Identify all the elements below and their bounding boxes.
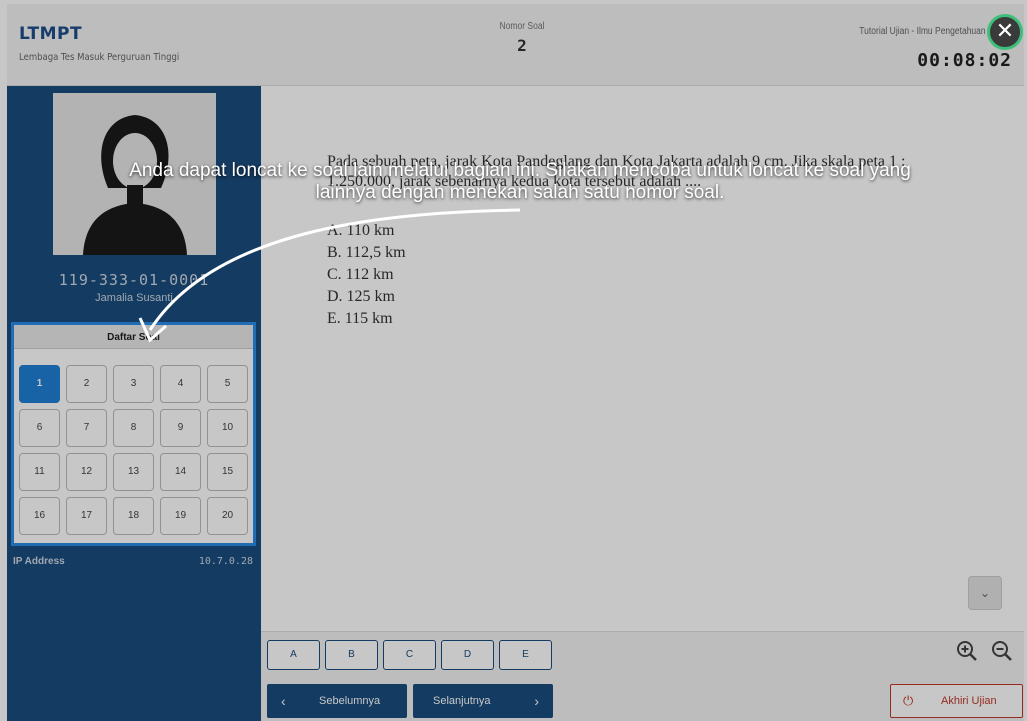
tutorial-title: Tutorial Ujian - Ilmu Pengetahuan [859,26,986,37]
chevron-down-icon: ⌄ [979,586,991,600]
end-exam-button[interactable]: ⏻ Akhiri Ujian [890,684,1023,718]
brand-subtitle: Lembaga Tes Masuk Perguruan Tinggi [19,52,180,63]
question-button-19[interactable]: 19 [160,497,201,535]
answer-button-c[interactable]: C [383,640,436,670]
question-button-8[interactable]: 8 [113,409,154,447]
user-name: Jamalia Susanti [95,292,173,304]
navigation-bar: ‹ Sebelumnya Selanjutnya › ⏻ Akhiri Ujia… [261,675,1024,721]
avatar [53,93,216,255]
ip-value: 10.7.0.28 [198,556,253,567]
ip-label: IP Address [13,556,65,567]
question-button-10[interactable]: 10 [207,409,248,447]
answer-button-b[interactable]: B [325,640,378,670]
question-button-5[interactable]: 5 [207,365,248,403]
zoom-in-button[interactable] [953,640,981,668]
question-button-13[interactable]: 13 [113,453,154,491]
question-button-16[interactable]: 16 [19,497,60,535]
question-button-20[interactable]: 20 [207,497,248,535]
next-label: Selanjutnya [433,695,491,707]
user-silhouette-icon [83,115,187,255]
answer-bar: ABCDE [261,631,1024,675]
end-exam-label: Akhiri Ujian [941,695,997,707]
question-button-7[interactable]: 7 [66,409,107,447]
question-button-12[interactable]: 12 [66,453,107,491]
chevron-left-icon: ‹ [281,693,286,709]
question-text: Pada sebuah peta, jarak Kota Pandeglang … [327,153,906,190]
app-header: LTMPT Lembaga Tes Masuk Perguruan Tinggi… [7,4,1024,86]
previous-button[interactable]: ‹ Sebelumnya [267,684,407,718]
question-button-2[interactable]: 2 [66,365,107,403]
question-number: 2 [517,36,527,55]
option-3: D. 125 km [327,288,395,305]
question-button-3[interactable]: 3 [113,365,154,403]
question-number-box: Nomor Soal 2 [477,21,567,55]
question-area: Pada sebuah peta, jarak Kota Pandeglang … [261,86,1024,631]
option-4: E. 115 km [327,310,393,327]
question-list-title: Daftar Soal [14,325,253,349]
registration-number: 119-333-01-0001 [58,271,210,289]
question-button-1[interactable]: 1 [19,365,60,403]
question-list-panel: Daftar Soal 1 2 3 4 5 6 7 8 9 10 11 12 13 14 15 16 17 18 1… [11,322,256,546]
answer-button-d[interactable]: D [441,640,494,670]
question-number-label: Nomor Soal [499,21,545,32]
answer-button-e[interactable]: E [499,640,552,670]
brand-name: LTMPT [19,24,83,44]
previous-label: Sebelumnya [319,695,381,707]
question-button-9[interactable]: 9 [160,409,201,447]
brand: LTMPT Lembaga Tes Masuk Perguruan Tinggi [19,24,208,63]
question-button-17[interactable]: 17 [66,497,107,535]
question-button-11[interactable]: 11 [19,453,60,491]
power-icon: ⏻ [903,693,914,708]
countdown-timer: 00:08:02 [917,50,1012,71]
chevron-right-icon: › [534,693,539,709]
zoom-out-button[interactable] [988,640,1016,668]
question-button-4[interactable]: 4 [160,365,201,403]
question-button-15[interactable]: 15 [207,453,248,491]
question-grid: 1 2 3 4 5 6 7 8 9 10 11 12 13 14 15 16 17 18 19 20 [19,365,248,535]
close-tutorial-button[interactable]: ✕ [987,14,1023,50]
scroll-down-button[interactable]: ⌄ [968,576,1002,610]
close-icon: ✕ [995,18,1015,43]
zoom-out-icon [992,641,1012,661]
option-1: B. 112,5 km [327,244,406,261]
option-list: A. 110 km B. 112,5 km C. 112 km D. 125 km E.… [327,220,406,330]
option-2: C. 112 km [327,266,394,283]
sidebar: 119-333-01-0001 Jamalia Susanti Daftar S… [7,86,261,721]
answer-button-a[interactable]: A [267,640,320,670]
question-button-14[interactable]: 14 [160,453,201,491]
question-button-6[interactable]: 6 [19,409,60,447]
zoom-in-icon [957,641,977,661]
next-button[interactable]: Selanjutnya › [413,684,553,718]
question-button-18[interactable]: 18 [113,497,154,535]
option-0: A. 110 km [327,222,395,239]
